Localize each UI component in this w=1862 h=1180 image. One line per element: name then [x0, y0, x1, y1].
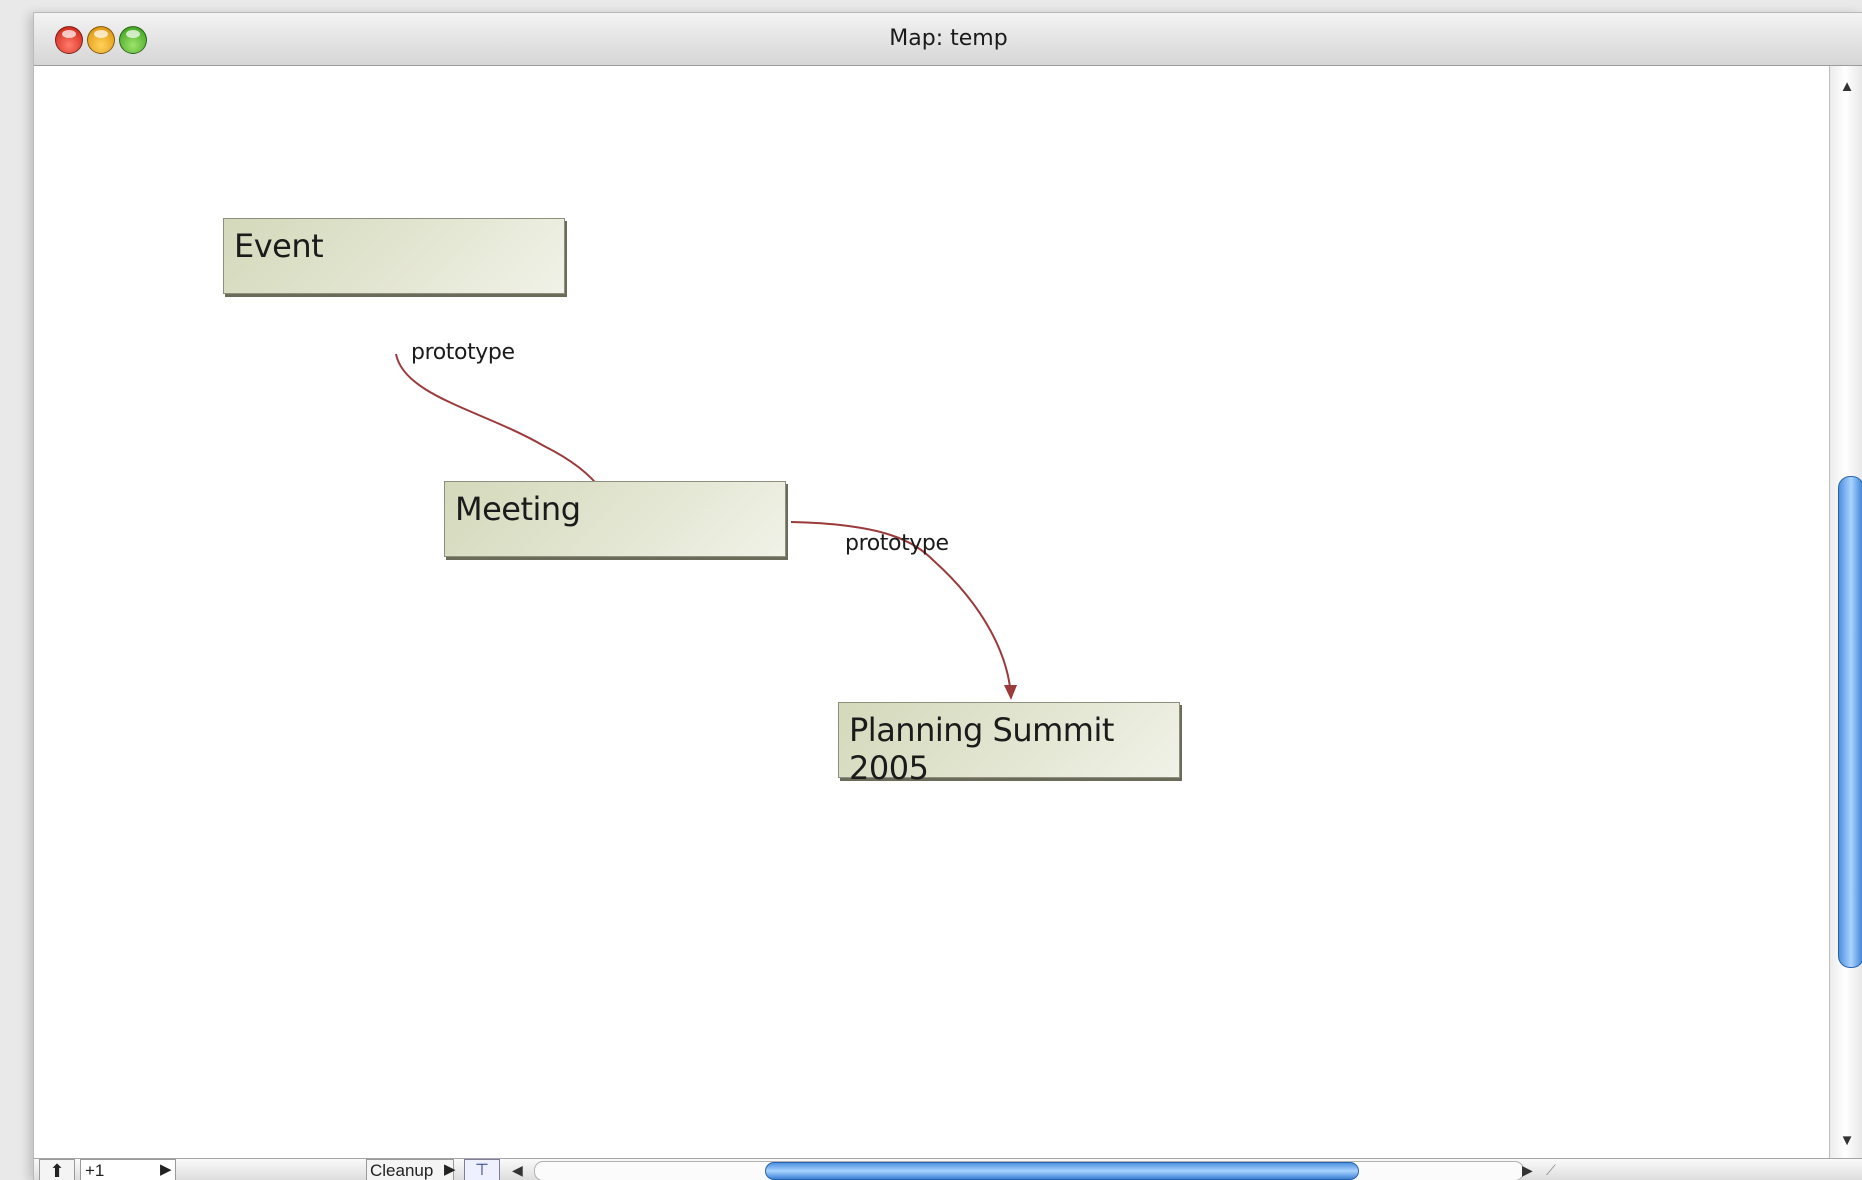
- node-label: Meeting: [455, 490, 581, 528]
- scroll-up-icon[interactable]: ▲: [1830, 74, 1862, 100]
- horizontal-scroll-thumb[interactable]: [765, 1162, 1359, 1180]
- link-tool-icon[interactable]: ⊤: [464, 1159, 500, 1180]
- title-bar[interactable]: Map: temp: [34, 13, 1862, 66]
- link-label[interactable]: prototype: [411, 340, 515, 365]
- scroll-left-icon[interactable]: ◀: [512, 1159, 532, 1180]
- map-canvas[interactable]: Event Meeting Planning Summit 2005 proto…: [34, 66, 1829, 1158]
- scroll-down-icon[interactable]: ▼: [1830, 1128, 1862, 1154]
- link-label[interactable]: prototype: [845, 531, 949, 556]
- bottom-toolbar: ⬆ +1 ▶ Cleanup ▶ ⊤ ◀ ▶ ⟋: [34, 1158, 1862, 1180]
- map-node-event[interactable]: Event: [223, 218, 565, 294]
- triangle-right-icon[interactable]: ▶: [160, 1159, 174, 1180]
- up-arrow-icon[interactable]: ⬆: [39, 1159, 75, 1180]
- map-node-meeting[interactable]: Meeting: [444, 481, 786, 557]
- vertical-scrollbar[interactable]: ▲ ▼: [1829, 66, 1862, 1158]
- node-label: Planning Summit 2005: [849, 711, 1114, 787]
- scroll-right-icon[interactable]: ▶: [1522, 1159, 1542, 1180]
- map-node-planning-summit[interactable]: Planning Summit 2005: [838, 702, 1180, 787]
- resize-grip-icon[interactable]: ⟋: [1546, 1159, 1564, 1180]
- window-title: Map: temp: [889, 26, 1008, 51]
- map-window: Map: temp Event Meeting Planning Summit …: [33, 12, 1862, 1180]
- triangle-right-icon[interactable]: ▶: [444, 1159, 458, 1180]
- node-label: Event: [234, 227, 324, 265]
- cleanup-button[interactable]: Cleanup: [366, 1159, 454, 1180]
- vertical-scroll-thumb[interactable]: [1838, 476, 1862, 968]
- arrowhead-icon: [1004, 685, 1017, 700]
